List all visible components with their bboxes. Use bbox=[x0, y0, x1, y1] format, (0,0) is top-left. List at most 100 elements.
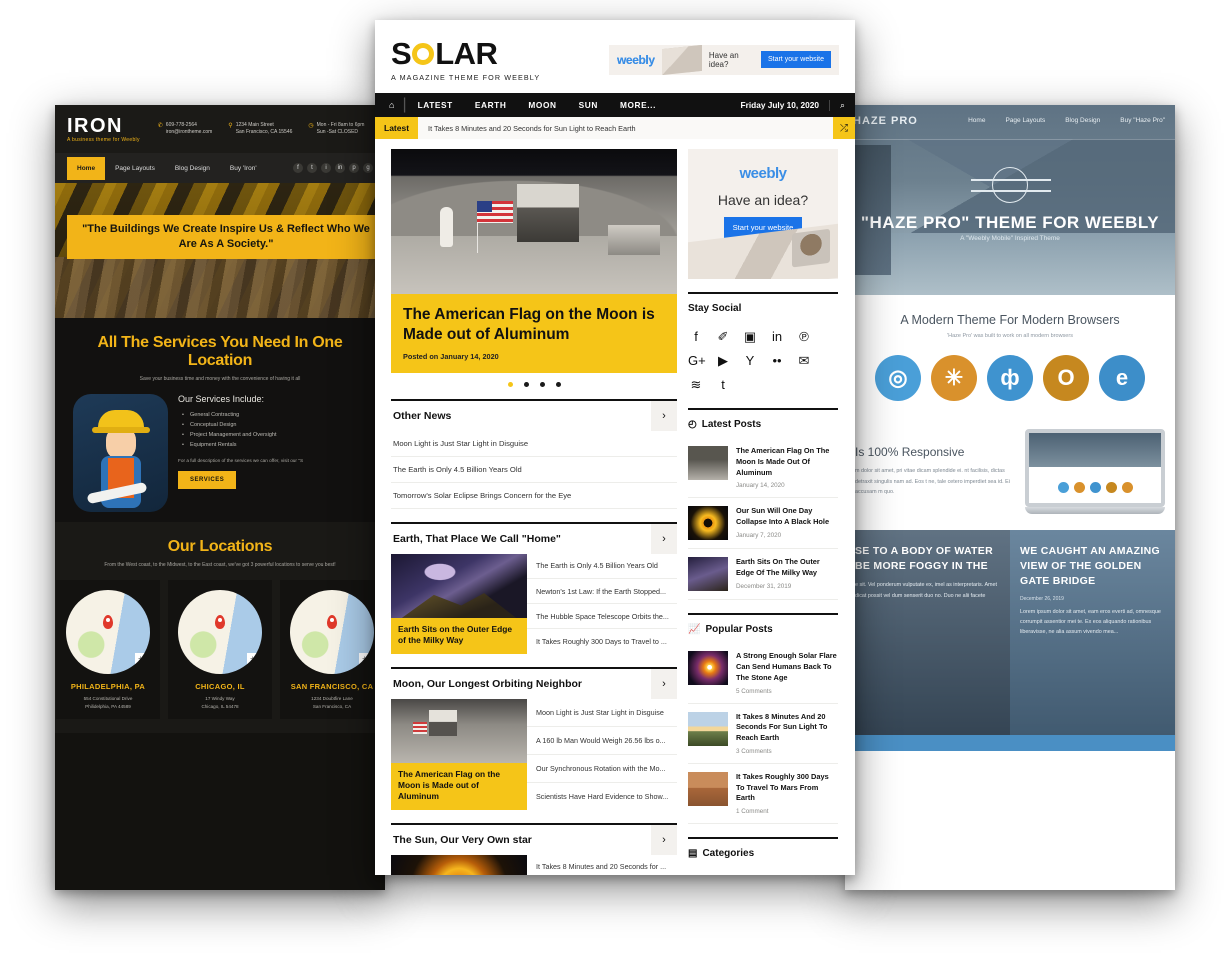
twitter-icon[interactable]: t bbox=[307, 163, 317, 173]
solar-main-column: The American Flag on the Moon is Made ou… bbox=[391, 149, 677, 875]
chevron-right-icon[interactable]: › bbox=[651, 824, 677, 855]
instagram-icon[interactable]: i bbox=[321, 163, 331, 173]
nav-item-more[interactable]: MORE... bbox=[609, 100, 667, 110]
list-item[interactable]: It Takes 8 Minutes and 20 Seconds for ..… bbox=[527, 855, 677, 875]
iron-theme-screenshot: IRON A business theme for Weebly ✆ 609-7… bbox=[55, 105, 385, 890]
nav-item-latest[interactable]: LATEST bbox=[407, 100, 464, 110]
pinterest-icon[interactable]: ℗ bbox=[796, 330, 812, 343]
facebook-icon[interactable]: f bbox=[293, 163, 303, 173]
haze-browsers-subtitle: 'Haze Pro' was built to work on all mode… bbox=[947, 333, 1073, 339]
list-item[interactable]: Our Synchronous Rotation with the Mo... bbox=[527, 755, 677, 783]
iron-nav-blog-design[interactable]: Blog Design bbox=[165, 157, 220, 180]
opera-icon: O bbox=[1043, 355, 1089, 401]
widget-title: Categories bbox=[702, 848, 755, 860]
post-title: The American Flag On The Moon Is Made Ou… bbox=[736, 446, 830, 477]
hero-meta: Posted on January 14, 2020 bbox=[403, 351, 499, 361]
list-item[interactable]: Moon Light is Just Star Light in Disguis… bbox=[527, 699, 677, 727]
tumblr-icon[interactable]: t bbox=[715, 378, 731, 391]
iron-location-card[interactable]: + CHICAGO, IL 17 Windy Way Chicago, IL 54… bbox=[168, 580, 272, 719]
email-icon[interactable]: ✉ bbox=[796, 354, 812, 367]
iron-location-city: CHICAGO, IL bbox=[195, 682, 245, 691]
list-item[interactable]: The Hubble Space Telescope Orbits the... bbox=[527, 604, 677, 630]
featured-article[interactable]: Earth Sits on the Outer Edge of the Milk… bbox=[391, 553, 527, 654]
haze-logo[interactable]: HAZE PRO bbox=[853, 115, 918, 127]
hero-carousel[interactable]: The American Flag on the Moon is Made ou… bbox=[391, 149, 677, 373]
post-thumbnail bbox=[688, 557, 728, 592]
googleplus-icon[interactable]: G+ bbox=[688, 354, 706, 367]
weebly-banner-ad[interactable]: weebly Have an idea? Start your website bbox=[609, 44, 839, 75]
iron-location-card[interactable]: + PHILADELPHIA, PA 554 Constitutional Dr… bbox=[56, 580, 160, 719]
googleplus-icon[interactable]: g bbox=[363, 163, 373, 173]
instagram-icon[interactable]: ▣ bbox=[742, 330, 758, 343]
home-icon[interactable]: ⌂ bbox=[385, 100, 402, 110]
iron-nav-page-layouts[interactable]: Page Layouts bbox=[105, 157, 165, 180]
iron-contact-hours: ◷ Mon - Fri 8am to 6pm Sun -Sat CLOSED bbox=[308, 121, 365, 136]
list-item[interactable]: Newton's 1st Law: If the Earth Stopped..… bbox=[527, 579, 677, 605]
zoom-in-icon[interactable]: + bbox=[135, 653, 146, 664]
list-item[interactable]: The Earth is Only 4.5 Billion Years Old bbox=[527, 554, 677, 580]
flickr-icon[interactable]: •• bbox=[769, 354, 785, 367]
sidebar-weebly-ad[interactable]: weebly Have an idea? Start your website bbox=[688, 149, 838, 280]
carousel-dot-1[interactable] bbox=[507, 381, 513, 387]
list-item[interactable]: Our Sun Will One Day Collapse Into A Bla… bbox=[688, 498, 838, 550]
linkedin-icon[interactable]: in bbox=[335, 163, 345, 173]
iron-location-card[interactable]: + SAN FRANCISCO, CA 1234 Doubtfire Lane S… bbox=[280, 580, 384, 719]
zoom-in-icon[interactable]: + bbox=[359, 653, 370, 664]
solar-logo[interactable]: S LAR A MAGAZINE THEME FOR WEEBLY bbox=[391, 38, 540, 81]
featured-article[interactable]: The American Flag on the Moon is Made ou… bbox=[391, 698, 527, 810]
list-item[interactable]: The Earth is Only 4.5 Billion Years Old bbox=[391, 457, 677, 483]
iron-services-button[interactable]: SERVICES bbox=[178, 471, 237, 489]
ticker-headline[interactable]: It Takes 8 Minutes and 20 Seconds for Su… bbox=[418, 117, 833, 139]
list-item[interactable]: The American Flag On The Moon Is Made Ou… bbox=[688, 438, 838, 499]
map-thumbnail[interactable]: + bbox=[66, 590, 150, 674]
carousel-dot-2[interactable] bbox=[523, 381, 529, 387]
rss-icon[interactable]: ≋ bbox=[688, 378, 704, 391]
twitter-icon[interactable]: ✐ bbox=[715, 330, 731, 343]
list-item[interactable]: Scientists Have Hard Evidence to Show... bbox=[527, 783, 677, 810]
map-thumbnail[interactable]: + bbox=[178, 590, 262, 674]
chevron-right-icon[interactable]: › bbox=[651, 668, 677, 699]
lunar-lander-shape bbox=[516, 184, 579, 242]
haze-nav-buy[interactable]: Buy "Haze Pro" bbox=[1120, 117, 1165, 124]
list-item[interactable]: A 160 lb Man Would Weigh 26.56 lbs o... bbox=[527, 727, 677, 755]
list-item[interactable]: A Strong Enough Solar Flare Can Send Hum… bbox=[688, 643, 838, 704]
nav-item-moon[interactable]: MOON bbox=[517, 100, 567, 110]
nav-item-earth[interactable]: EARTH bbox=[464, 100, 518, 110]
search-icon[interactable]: ⌕ bbox=[828, 99, 845, 111]
haze-post-card[interactable]: SE TO A BODY OF WATER BE MORE FOGGY IN T… bbox=[845, 530, 1010, 735]
iron-logo[interactable]: IRON A business theme for Weebly bbox=[67, 116, 140, 143]
map-pin-icon bbox=[103, 615, 113, 630]
list-item[interactable]: It Takes 8 Minutes And 20 Seconds For Su… bbox=[688, 704, 838, 764]
chrome-icon bbox=[1057, 481, 1069, 493]
iron-nav-buy[interactable]: Buy 'Iron' bbox=[220, 157, 267, 180]
facebook-icon[interactable]: f bbox=[688, 330, 704, 343]
zoom-in-icon[interactable]: + bbox=[247, 653, 258, 664]
featured-article[interactable]: Our Sun Will One Day Collapse into a Bla… bbox=[391, 854, 527, 875]
haze-nav-page-layouts[interactable]: Page Layouts bbox=[1005, 117, 1045, 124]
haze-nav-home[interactable]: Home bbox=[968, 117, 985, 124]
yahoo-icon[interactable]: Y bbox=[742, 354, 758, 367]
list-item[interactable]: Earth Sits On The Outer Edge Of The Milk… bbox=[688, 549, 838, 601]
chevron-right-icon[interactable]: › bbox=[651, 523, 677, 554]
carousel-dot-4[interactable] bbox=[555, 381, 561, 387]
laptop-screen bbox=[1025, 429, 1165, 507]
linkedin-icon[interactable]: in bbox=[769, 330, 785, 343]
haze-post-card[interactable]: WE CAUGHT AN AMAZING VIEW OF THE GOLDEN … bbox=[1010, 530, 1175, 735]
list-item[interactable]: It Takes Roughly 300 Days To Travel To M… bbox=[688, 764, 838, 825]
list-item[interactable]: Tomorrow's Solar Eclipse Brings Concern … bbox=[391, 483, 677, 509]
widget-header: ◴ Latest Posts bbox=[688, 408, 838, 438]
youtube-icon[interactable]: ▶ bbox=[715, 354, 731, 367]
nav-item-sun[interactable]: SUN bbox=[568, 100, 609, 110]
ad-cta-button[interactable]: Start your website bbox=[760, 51, 831, 69]
chevron-right-icon[interactable]: › bbox=[651, 400, 677, 431]
pinterest-icon[interactable]: p bbox=[349, 163, 359, 173]
list-item[interactable]: It Takes Roughly 300 Days to Travel to .… bbox=[527, 629, 677, 653]
block-header: Earth, That Place We Call "Home" › bbox=[391, 521, 677, 554]
chart-icon: 📈 bbox=[688, 624, 701, 636]
shuffle-icon[interactable]: ⤮ bbox=[833, 117, 855, 140]
map-thumbnail[interactable]: + bbox=[290, 590, 374, 674]
iron-nav-home[interactable]: Home bbox=[67, 156, 106, 180]
carousel-dot-3[interactable] bbox=[539, 381, 545, 387]
list-item[interactable]: Moon Light is Just Star Light in Disguis… bbox=[391, 431, 677, 457]
haze-nav-blog-design[interactable]: Blog Design bbox=[1065, 117, 1100, 124]
